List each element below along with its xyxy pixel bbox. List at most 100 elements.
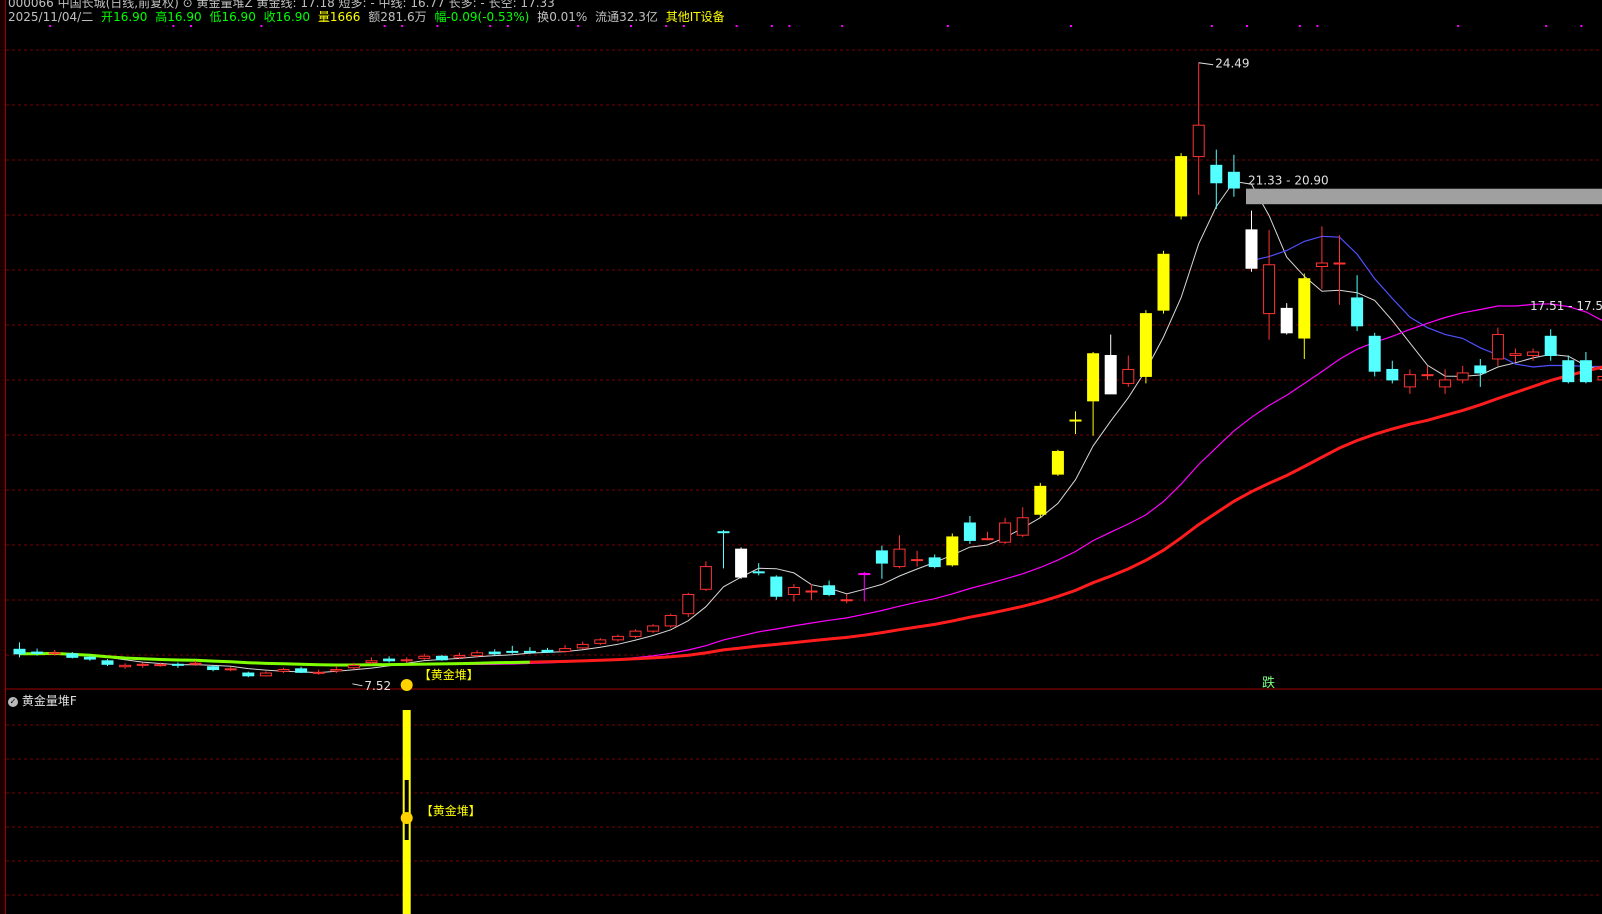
candle-body xyxy=(1368,335,1381,372)
candle-body xyxy=(1527,351,1540,356)
candle-body xyxy=(365,660,378,664)
candle-body xyxy=(136,663,149,666)
candle-body xyxy=(1263,264,1276,315)
signal-dot xyxy=(1316,25,1319,27)
signal-label: 【黄金堆】 xyxy=(419,667,479,682)
candle-body xyxy=(1034,485,1047,515)
signal-dot xyxy=(841,25,844,27)
signal-dot xyxy=(1070,25,1072,27)
candle-body xyxy=(999,522,1012,543)
signal-dot xyxy=(735,25,738,27)
signal-dot xyxy=(630,25,632,27)
long-line xyxy=(529,365,1602,664)
signal-dot xyxy=(770,25,773,27)
candle-body xyxy=(541,649,554,653)
candle-body xyxy=(1016,517,1029,536)
candle-body xyxy=(1421,374,1434,377)
candle-body xyxy=(1122,368,1135,384)
candle-body xyxy=(576,643,589,649)
signal-dot xyxy=(665,25,668,27)
candle-body xyxy=(1139,313,1152,377)
candle-body xyxy=(1051,450,1064,475)
candle-body xyxy=(1192,124,1205,158)
candle-body xyxy=(1386,368,1399,381)
candle-body xyxy=(1210,164,1223,184)
candle-body xyxy=(488,651,501,655)
candle-body xyxy=(928,557,941,568)
candle-body xyxy=(963,522,976,541)
candle-body xyxy=(594,639,607,644)
candle-body xyxy=(224,668,237,671)
candle-body xyxy=(383,658,396,662)
candle-body xyxy=(647,625,660,632)
candle-body xyxy=(48,652,61,655)
signal-dot xyxy=(1545,25,1548,27)
candle-body xyxy=(189,662,202,665)
candle-body xyxy=(805,590,818,593)
signal-dot xyxy=(1457,25,1460,27)
signal-dot xyxy=(788,25,791,27)
signal-dot xyxy=(577,25,580,27)
signal-dot xyxy=(506,25,509,27)
candle-body xyxy=(1403,374,1416,388)
candle-body xyxy=(893,548,906,568)
candle-body xyxy=(1104,354,1117,395)
candle-body xyxy=(207,666,220,671)
signal-dot xyxy=(1246,25,1248,27)
candle-body xyxy=(277,669,290,672)
candle-body xyxy=(1245,229,1258,269)
ma-short-line xyxy=(19,180,1602,674)
subchart-title: ✓ 黄金量堆F xyxy=(8,692,77,709)
candle-body xyxy=(823,585,836,596)
candle-body xyxy=(946,536,959,566)
candle-body xyxy=(559,648,572,652)
ma-mid-line xyxy=(19,303,1602,666)
candle-body xyxy=(295,668,308,673)
candle-body xyxy=(717,531,730,534)
candle-body xyxy=(1579,360,1592,383)
candle-body xyxy=(101,660,114,665)
candle-body xyxy=(611,635,624,641)
candle-body xyxy=(506,650,519,653)
candle-body xyxy=(682,594,695,615)
candle-body xyxy=(312,671,325,674)
candle-body xyxy=(330,669,343,672)
kline-chart: 24.497.5221.33 - 20.9017.51 - 17.5跌【黄金堆】… xyxy=(5,25,1602,914)
subchart-toggle-icon[interactable]: ✓ xyxy=(8,696,18,707)
right-level-label: 17.51 - 17.5 xyxy=(1530,299,1602,313)
candle-body xyxy=(1474,365,1487,374)
candle-body xyxy=(858,573,871,576)
candle-body xyxy=(1491,334,1504,360)
signal-dot xyxy=(49,25,52,27)
candle-body xyxy=(347,664,360,669)
candle-body xyxy=(1562,360,1575,383)
money-bag-icon xyxy=(400,679,413,692)
signal-dot xyxy=(1210,25,1213,27)
signal-dot xyxy=(190,25,192,27)
high-price-label: 24.49 xyxy=(1215,57,1249,71)
candle-body xyxy=(1315,262,1328,268)
candle-body xyxy=(1456,372,1469,381)
candle-body xyxy=(31,651,44,654)
low-price-pointer xyxy=(352,683,363,687)
candle-body xyxy=(453,655,466,658)
candle-body xyxy=(66,653,79,658)
candle-body xyxy=(1298,278,1311,339)
candle-body xyxy=(171,663,184,666)
candle-body xyxy=(699,566,712,590)
candle-body xyxy=(1227,171,1240,189)
signal-dot xyxy=(401,25,404,27)
candle-body xyxy=(471,652,484,657)
candle-body xyxy=(418,655,431,659)
candle-body xyxy=(664,614,677,627)
candle-body xyxy=(875,550,888,564)
candle-body xyxy=(1157,253,1170,311)
fall-marker: 跌 xyxy=(1262,675,1275,691)
candle-body xyxy=(83,656,96,660)
candle-body xyxy=(119,664,132,668)
candle-body xyxy=(154,664,167,667)
signal-dot xyxy=(260,25,263,27)
candle-body xyxy=(1069,419,1082,422)
signal-dot xyxy=(172,25,175,27)
candle-body xyxy=(1087,353,1100,402)
